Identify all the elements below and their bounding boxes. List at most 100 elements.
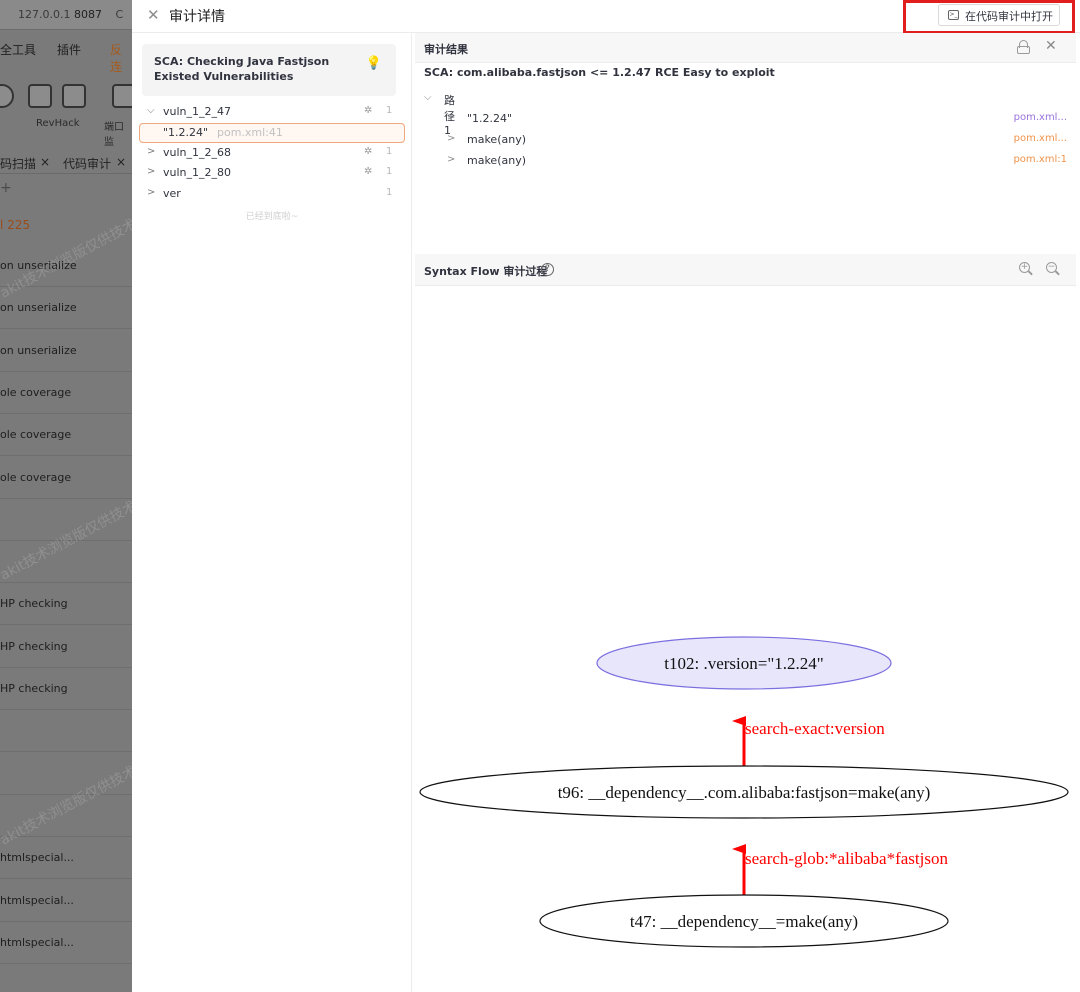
address-host: 127.0.0.1 (18, 8, 71, 21)
background-row-label: HP checking (0, 597, 68, 611)
result-header: 审计结果 ✕ (415, 33, 1076, 63)
background-row[interactable] (0, 710, 132, 753)
chevron-down-icon[interactable]: ⌵ (424, 92, 432, 103)
chevron-right-icon[interactable]: > (147, 187, 155, 198)
background-row-label: HP checking (0, 639, 68, 653)
syntax-flow-graph: search-exact:version search-glob:*alibab… (419, 636, 1069, 948)
count-prefix: l (0, 218, 4, 232)
tree-item-count: 1 (386, 146, 393, 157)
close-icon[interactable]: × (40, 155, 50, 169)
monitor-icon[interactable] (112, 84, 132, 108)
zoom-out-icon[interactable]: − (1046, 262, 1060, 276)
screen: 127.0.0.1 8087 C 全工具 插件 反连 RevHack 端口监 码… (0, 0, 1080, 992)
tab-label[interactable]: 码扫描 (0, 155, 36, 172)
tool-label: RevHack (36, 118, 80, 129)
background-row-label: HP checking (0, 682, 68, 695)
add-tab-icon[interactable]: + (0, 180, 12, 196)
path-step-file[interactable]: pom.xml:1 (935, 154, 1067, 165)
selected-file: pom.xml:41 (217, 126, 283, 139)
chevron-right-icon[interactable]: > (147, 166, 155, 177)
path-step-label: make(any) (467, 133, 527, 146)
background-row[interactable]: ole coverage (0, 457, 132, 499)
selected-value: "1.2.24" (163, 126, 209, 139)
zoom-in-icon[interactable]: + (1019, 262, 1033, 276)
edge-label: search-glob:*alibaba*fastjson (745, 849, 948, 868)
audit-detail-drawer: ✕ 审计详情 >_ 在代码审计中打开 SCA: Checking Java Fa… (132, 0, 1080, 992)
background-row-label: htmlspecial... (0, 851, 74, 865)
background-tabs: 码扫描 × 代码审计 × (0, 152, 132, 174)
chevron-right-icon[interactable]: > (447, 154, 455, 165)
menu-item[interactable]: 全工具 (0, 41, 36, 58)
end-of-list-text: 已经到底啦~ (245, 212, 299, 222)
server-icon[interactable] (28, 84, 52, 108)
background-row[interactable]: htmlspecial... (0, 922, 132, 964)
server-icon[interactable] (62, 84, 86, 108)
help-icon[interactable]: ? (541, 263, 554, 276)
background-row[interactable]: HP checking (0, 668, 132, 710)
result-rule-title: SCA: com.alibaba.fastjson <= 1.2.47 RCE … (424, 66, 775, 79)
chevron-down-icon[interactable]: ⌵ (147, 105, 155, 116)
tree-item-label: vuln_1_2_47 (163, 105, 232, 118)
chevron-right-icon[interactable]: > (147, 146, 155, 157)
audit-result-panel: 审计结果 ✕ SCA: com.alibaba.fastjson <= 1.2.… (415, 33, 1080, 992)
background-address-bar: 127.0.0.1 8087 C (0, 0, 132, 30)
background-row-label: on unserialize (0, 343, 77, 357)
menu-item[interactable]: 反连 (110, 41, 132, 75)
bug-icon: ✲ (364, 166, 373, 177)
background-row[interactable]: ole coverage (0, 414, 132, 457)
address-extra: C (115, 8, 124, 21)
drawer-title: 审计详情 (169, 9, 225, 25)
drawer-header: ✕ 审计详情 >_ 在代码审计中打开 (132, 0, 1080, 34)
close-icon[interactable]: ✕ (1045, 38, 1057, 54)
background-row[interactable]: ole coverage (0, 372, 132, 414)
result-header-title: 审计结果 (424, 43, 468, 56)
tree-item-count: 1 (386, 166, 393, 177)
background-address: 127.0.0.1 8087 C (18, 8, 123, 21)
terminal-icon: >_ (948, 10, 959, 20)
rule-tree-panel: SCA: Checking Java Fastjson Existed Vuln… (132, 33, 412, 992)
tool-label: 端口监 (104, 122, 124, 148)
path-step-label: make(any) (467, 154, 527, 167)
address-port: 8087 (73, 8, 102, 21)
graph-node-label: t96: __dependency__.com.alibaba:fastjson… (558, 783, 931, 802)
open-button-label: 在代码审计中打开 (965, 10, 1053, 23)
lock-icon[interactable] (1016, 39, 1032, 55)
rule-title: SCA: Checking Java Fastjson Existed Vuln… (154, 55, 330, 83)
background-toolbar: RevHack 端口监 (0, 78, 132, 148)
background-row[interactable]: on unserialize (0, 330, 132, 372)
close-icon[interactable]: × (116, 155, 126, 169)
tree-item-count: 1 (386, 187, 393, 198)
tree-item-vuln-1-2-47[interactable]: ⌵ vuln_1_2_47 ✲ 1 (138, 102, 404, 122)
chevron-right-icon[interactable]: > (447, 133, 455, 144)
tree-item-ver[interactable]: > ver 1 (138, 184, 404, 204)
bug-icon: ✲ (364, 146, 373, 157)
path-step-file[interactable]: pom.xml... (935, 133, 1067, 144)
rule-card: SCA: Checking Java Fastjson Existed Vuln… (142, 44, 396, 96)
close-icon[interactable]: ✕ (147, 7, 163, 23)
background-row-label: ole coverage (0, 385, 72, 399)
background-row-label: htmlspecial... (0, 893, 74, 907)
menu-item[interactable]: 插件 (57, 41, 81, 58)
edge-label: search-exact:version (745, 719, 885, 738)
chevron-right-icon[interactable]: > (447, 112, 455, 123)
tree-item-vuln-1-2-68[interactable]: > vuln_1_2_68 ✲ 1 (138, 143, 404, 163)
path-step-file[interactable]: pom.xml... (935, 112, 1067, 123)
background-row[interactable]: HP checking (0, 626, 132, 668)
tree-item-selected[interactable]: "1.2.24" pom.xml:41 (139, 123, 405, 143)
graph-node-label: t102: .version="1.2.24" (664, 654, 823, 673)
open-in-code-audit-button[interactable]: >_ 在代码审计中打开 (938, 4, 1060, 26)
tool-icon[interactable] (0, 84, 14, 108)
background-row[interactable]: htmlspecial... (0, 880, 132, 922)
background-row[interactable]: htmlspecial... (0, 837, 132, 880)
lightbulb-icon[interactable]: 💡 (365, 55, 383, 73)
tab-label[interactable]: 代码审计 (63, 155, 111, 172)
graph-node-label: t47: __dependency__=make(any) (630, 912, 858, 931)
background-row-label: ole coverage (0, 428, 72, 442)
tree-item-vuln-1-2-80[interactable]: > vuln_1_2_80 ✲ 1 (138, 163, 404, 183)
path-step-label: "1.2.24" (467, 112, 513, 125)
background-row[interactable]: HP checking (0, 583, 132, 626)
background-app: 127.0.0.1 8087 C 全工具 插件 反连 RevHack 端口监 码… (0, 0, 132, 992)
count-value: 225 (7, 218, 31, 232)
tree-item-label: vuln_1_2_80 (163, 166, 232, 179)
background-count: l 225 (0, 218, 30, 232)
